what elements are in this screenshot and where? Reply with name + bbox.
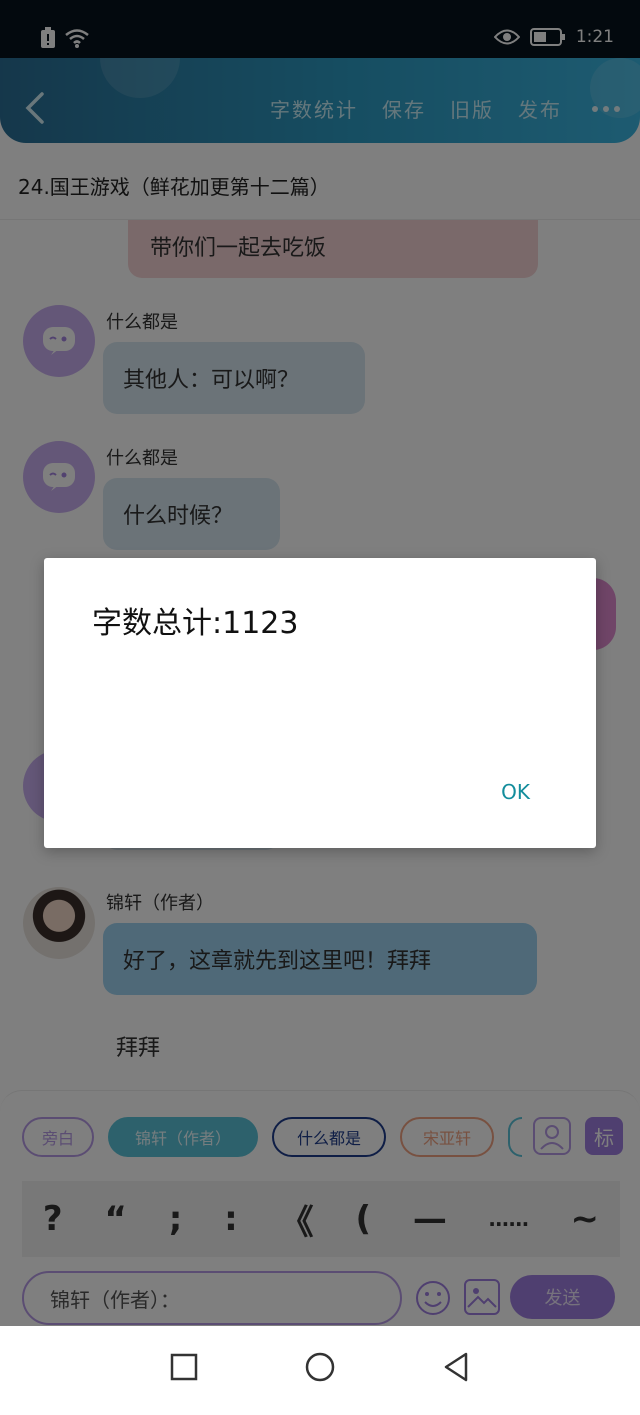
navigation-bar [0,1326,640,1415]
ok-button[interactable]: OK [501,780,530,804]
nav-circle-icon[interactable] [304,1352,336,1382]
nav-square-icon[interactable] [170,1352,198,1382]
dialog-message: 字数总计:1123 [92,606,299,641]
nav-triangle-icon[interactable] [442,1352,470,1382]
word-count-dialog: 字数总计:1123 OK [44,558,596,848]
